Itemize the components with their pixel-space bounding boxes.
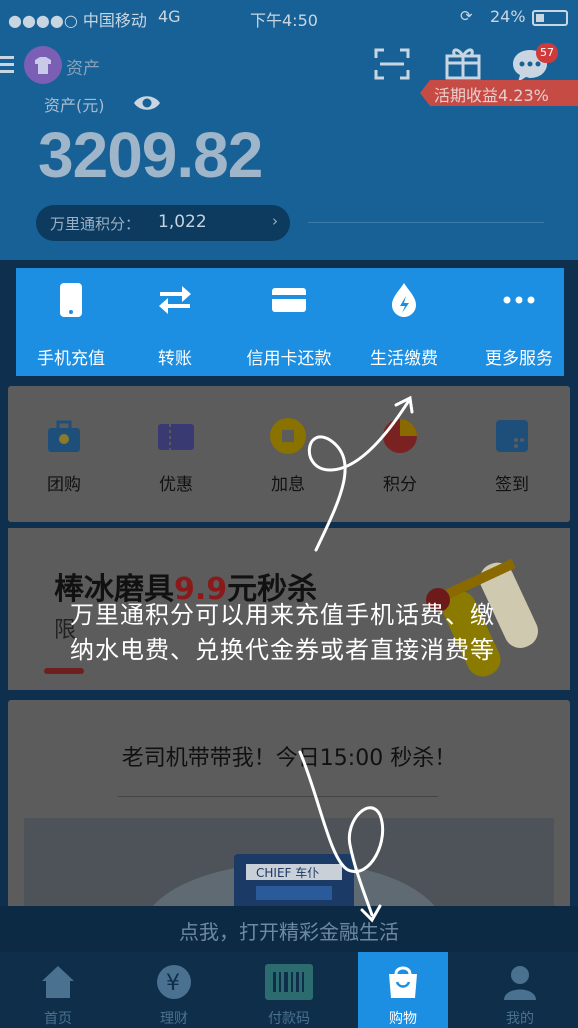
- network-label: 4G: [158, 7, 181, 26]
- balance-value: 3209.82: [38, 119, 263, 191]
- carrier-label: ●●●●○ 中国移动: [8, 11, 147, 30]
- chevron-right-icon: ›: [272, 212, 278, 230]
- interest-badge[interactable]: 活期收益4.23%: [420, 80, 578, 106]
- message-count-badge: 57: [536, 43, 558, 63]
- quick-link-coupon[interactable]: 优惠: [120, 386, 232, 496]
- tab-label: 首页: [44, 1011, 72, 1027]
- quick-link-label: 签到: [495, 475, 529, 495]
- tutorial-tooltip: 万里通积分可以用来充值手机话费、缴纳水电费、兑换代金券或者直接消费等: [70, 601, 495, 664]
- promo-dash: [44, 668, 84, 674]
- product-brand-label: CHIEF 车仆: [256, 865, 319, 880]
- lock-rotation-icon: ⟳: [460, 7, 473, 25]
- credit-card-icon: [272, 283, 306, 317]
- quick-link-label: 团购: [47, 475, 81, 495]
- group-buy-icon: [46, 420, 82, 454]
- account-label[interactable]: 资产: [66, 54, 100, 79]
- points-value: 1,022: [158, 212, 207, 232]
- service-phone-recharge[interactable]: 手机充值: [16, 268, 126, 376]
- service-utility[interactable]: 生活缴费: [349, 268, 459, 376]
- shopping-bag-icon: [385, 962, 421, 1000]
- gift-icon[interactable]: [442, 42, 484, 84]
- scan-icon[interactable]: [372, 44, 412, 84]
- tab-mine[interactable]: 我的: [462, 952, 578, 1028]
- service-label: 转账: [158, 349, 192, 369]
- coupon-icon: [156, 420, 196, 454]
- utility-icon: [387, 283, 421, 317]
- status-bar: ●●●●○ 中国移动 4G 下午4:50 ⟳ 24%: [0, 0, 578, 34]
- quick-link-points[interactable]: 积分: [344, 386, 456, 496]
- tab-bar: 首页 ¥ 理财 付款码 购物 我的: [0, 952, 578, 1028]
- product-image: CHIEF 车仆: [24, 818, 554, 920]
- cta-strip[interactable]: 点我，打开精彩金融生活: [0, 906, 578, 952]
- battery-icon: [532, 10, 568, 26]
- service-label: 信用卡还款: [246, 349, 332, 369]
- yuan-icon: ¥: [156, 964, 192, 1000]
- checkin-icon: [494, 418, 530, 454]
- visibility-eye-icon[interactable]: [132, 92, 162, 114]
- cta-label: 点我，打开精彩金融生活: [179, 920, 399, 944]
- barcode-icon: [265, 964, 313, 1000]
- quick-link-checkin[interactable]: 签到: [456, 386, 568, 496]
- flash-divider: [118, 796, 438, 797]
- interest-badge-label: 活期收益4.23%: [434, 86, 549, 105]
- tab-label: 我的: [506, 1011, 534, 1027]
- service-label: 手机充值: [37, 349, 105, 369]
- svg-text:¥: ¥: [166, 971, 180, 996]
- tab-label: 理财: [160, 1011, 188, 1027]
- header-divider: [308, 222, 544, 223]
- menu-icon[interactable]: [0, 52, 14, 78]
- person-icon: [502, 964, 538, 1000]
- points-label: 万里通积分：: [50, 215, 141, 233]
- service-more[interactable]: 更多服务: [464, 268, 574, 376]
- quick-link-group-buy[interactable]: 团购: [8, 386, 120, 496]
- quick-link-interest[interactable]: 加息: [232, 386, 344, 496]
- tab-label: 购物: [389, 1011, 417, 1027]
- service-credit-card[interactable]: 信用卡还款: [234, 268, 344, 376]
- balance-label: 资产(元): [44, 96, 105, 115]
- tab-pay-code[interactable]: 付款码: [231, 952, 347, 1028]
- flash-sale-title: 老司机带带我！今日15:00 秒杀！: [121, 746, 457, 771]
- service-transfer[interactable]: 转账: [120, 268, 230, 376]
- quick-link-label: 加息: [271, 475, 305, 495]
- avatar[interactable]: [24, 46, 62, 84]
- service-strip: 手机充值 转账 信用卡还款 生活缴费 更多服务: [16, 268, 564, 376]
- battery-label: 24%: [490, 7, 526, 26]
- tab-label: 付款码: [268, 1011, 310, 1027]
- points-icon: [382, 418, 418, 454]
- service-label: 更多服务: [485, 349, 553, 369]
- tab-shopping[interactable]: 购物: [358, 952, 448, 1028]
- coin-icon: [270, 418, 306, 454]
- home-icon: [40, 964, 76, 1000]
- quick-link-label: 积分: [383, 475, 417, 495]
- tab-wealth[interactable]: ¥ 理财: [116, 952, 232, 1028]
- service-label: 生活缴费: [370, 349, 438, 369]
- quick-link-label: 优惠: [159, 475, 193, 495]
- transfer-icon: [158, 283, 192, 317]
- flash-sale-card[interactable]: 老司机带带我！今日15:00 秒杀！ CHIEF 车仆: [8, 700, 570, 920]
- tab-home[interactable]: 首页: [0, 952, 116, 1028]
- more-icon: [502, 283, 536, 317]
- points-pill[interactable]: 万里通积分： 1,022 ›: [36, 205, 290, 241]
- time-label: 下午4:50: [250, 11, 318, 30]
- quick-links-card: 团购 优惠 加息 积分 签到: [8, 386, 570, 522]
- phone-icon: [54, 283, 88, 317]
